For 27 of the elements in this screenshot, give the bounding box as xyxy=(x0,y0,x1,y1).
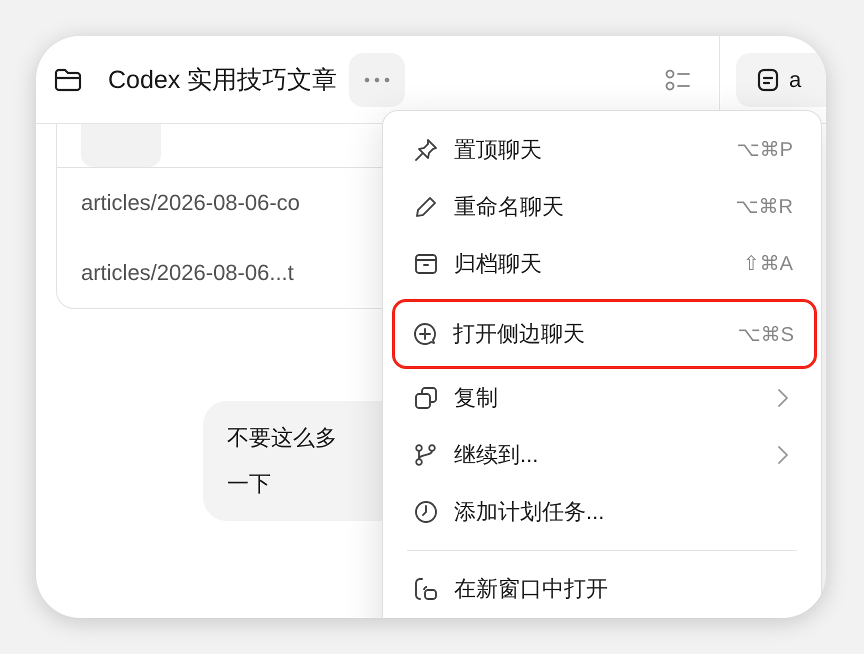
document-icon xyxy=(757,68,779,92)
shortcut-label: ⌥⌘R xyxy=(736,195,793,219)
shortcut-label: ⇧⌘A xyxy=(742,252,793,276)
chevron-right-icon xyxy=(777,388,789,408)
menu-item[interactable]: 归档聊天 ⇧⌘A xyxy=(387,235,817,292)
menu-item[interactable]: 添加计划任务... xyxy=(387,483,817,540)
clock-icon xyxy=(413,498,439,524)
new-window-icon xyxy=(413,576,439,602)
pin-icon xyxy=(413,136,439,162)
menu-item[interactable]: 继续到... xyxy=(387,426,817,483)
menu-item[interactable]: 在新窗口中打开 xyxy=(387,560,817,617)
menu-item[interactable]: 置顶聊天 ⌥⌘P xyxy=(387,121,817,178)
folder-icon[interactable] xyxy=(54,68,82,92)
shortcut-label: ⌥⌘P xyxy=(736,138,793,162)
file-tab[interactable]: a xyxy=(736,52,826,106)
window-title: Codex 实用技巧文章 xyxy=(108,65,338,96)
more-icon xyxy=(364,76,390,82)
message-line: 一下 xyxy=(227,470,271,498)
copy-icon xyxy=(413,384,439,410)
chat-plus-icon xyxy=(412,321,438,347)
menu-item[interactable]: 重命名聊天 ⌥⌘R xyxy=(387,178,817,235)
message-line: 不要这么多 xyxy=(227,424,337,452)
menu-item[interactable]: 复制 xyxy=(387,369,817,426)
shortcut-label: ⌥⌘S xyxy=(738,322,794,346)
menu-item[interactable]: 打开侧边聊天 ⌥⌘S xyxy=(392,299,817,369)
list-icon[interactable] xyxy=(665,68,691,90)
chevron-right-icon xyxy=(777,444,789,464)
